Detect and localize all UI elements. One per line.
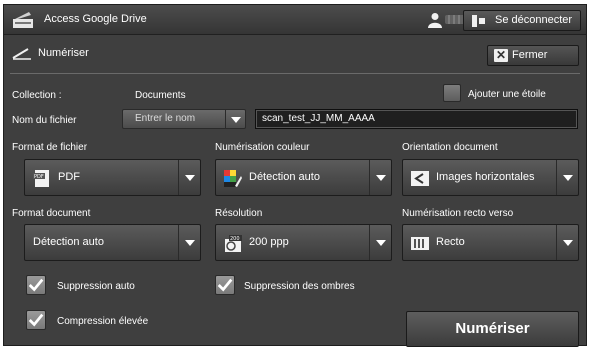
- collection-label: Collection :: [12, 90, 62, 101]
- checkmark-icon: [28, 278, 44, 292]
- user-icon: [428, 13, 442, 28]
- svg-text:PDF: PDF: [34, 174, 44, 180]
- shadow-suppression-label: Suppression des ombres: [244, 281, 355, 292]
- scanner-icon: [13, 12, 33, 28]
- svg-text:200: 200: [230, 236, 240, 242]
- checkmark-icon: [28, 313, 44, 327]
- filename-mode-value: Entrer le nom: [135, 113, 196, 124]
- logout-icon: [472, 15, 485, 27]
- single-sided-icon: [411, 237, 429, 250]
- color-mode-icon: [224, 170, 242, 187]
- color-label: Numérisation couleur: [215, 142, 310, 153]
- close-icon: ✕: [494, 48, 508, 62]
- duplex-select[interactable]: Recto: [402, 224, 579, 261]
- auto-suppression-checkbox[interactable]: [26, 275, 46, 295]
- close-label: Fermer: [512, 49, 548, 61]
- scan-button[interactable]: Numériser: [406, 311, 579, 347]
- logout-label: Se déconnecter: [495, 14, 573, 26]
- orientation-icon: [411, 171, 429, 186]
- doc-format-select[interactable]: Détection auto: [24, 224, 201, 261]
- chevron-down-icon: [556, 225, 578, 260]
- logout-button[interactable]: Se déconnecter: [463, 10, 581, 31]
- chevron-down-icon: [369, 160, 391, 195]
- color-select[interactable]: Détection auto: [215, 159, 392, 196]
- top-bar: Access Google Drive Se déconnecter: [4, 5, 586, 35]
- file-format-select[interactable]: PDF PDF: [24, 159, 201, 196]
- orientation-value: Images horizontales: [436, 171, 535, 183]
- auto-suppression-label: Suppression auto: [57, 281, 135, 292]
- pdf-file-icon: PDF: [33, 170, 49, 187]
- star-checkbox[interactable]: [443, 84, 461, 102]
- duplex-value: Recto: [436, 236, 465, 248]
- scan-pen-icon: [12, 48, 31, 60]
- resolution-icon: 200: [225, 235, 242, 252]
- chevron-down-icon: [556, 160, 578, 195]
- chevron-down-icon: [369, 225, 391, 260]
- header: Numériser ✕ Fermer: [4, 38, 586, 68]
- filename-label: Nom du fichier: [12, 115, 77, 126]
- chevron-down-icon: [178, 160, 200, 195]
- doc-format-value: Détection auto: [33, 236, 104, 248]
- shadow-suppression-checkbox[interactable]: [215, 275, 235, 295]
- page-title: Numériser: [38, 47, 89, 59]
- chevron-down-icon: [225, 110, 245, 128]
- file-format-label: Format de fichier: [12, 142, 88, 153]
- high-compression-label: Compression élevée: [57, 316, 149, 327]
- divider: [10, 73, 580, 74]
- doc-format-label: Format document: [12, 208, 91, 219]
- color-value: Détection auto: [249, 171, 320, 183]
- app-title: Access Google Drive: [44, 13, 147, 25]
- file-format-value: PDF: [58, 171, 80, 183]
- checkmark-icon: [217, 278, 233, 292]
- filename-mode-select[interactable]: Entrer le nom: [122, 109, 246, 129]
- chevron-down-icon: [178, 225, 200, 260]
- collection-value: Documents: [135, 90, 186, 101]
- resolution-select[interactable]: 200 200 ppp: [215, 224, 392, 261]
- filename-input[interactable]: scan_test_JJ_MM_AAAA: [255, 109, 578, 129]
- star-label: Ajouter une étoile: [468, 89, 546, 100]
- orientation-select[interactable]: Images horizontales: [402, 159, 579, 196]
- close-button[interactable]: ✕ Fermer: [487, 45, 579, 66]
- duplex-label: Numérisation recto verso: [402, 208, 514, 219]
- orientation-label: Orientation document: [402, 142, 498, 153]
- scan-dialog: Access Google Drive Se déconnecter Numér…: [3, 4, 587, 347]
- resolution-label: Résolution: [215, 208, 263, 219]
- resolution-value: 200 ppp: [249, 236, 289, 248]
- high-compression-checkbox[interactable]: [26, 310, 46, 330]
